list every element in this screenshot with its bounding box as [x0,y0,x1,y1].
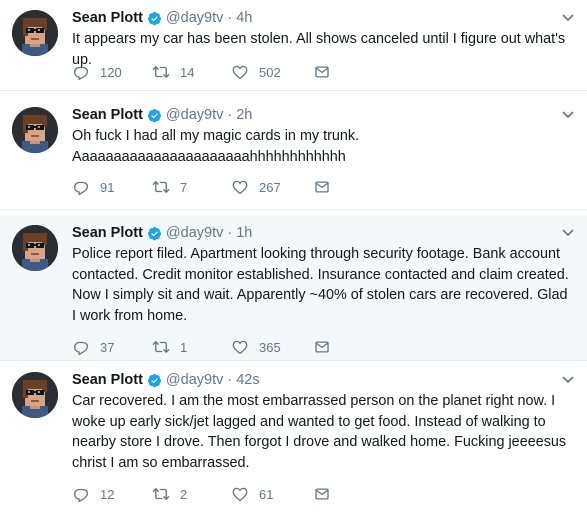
retweet-button[interactable]: 7 [152,178,231,196]
tweet-text: Police report filed. Apartment looking t… [72,246,569,324]
retweet-icon [152,178,170,196]
verified-badge-icon [147,11,162,26]
tweet-header: Sean Plott @day9tv · 4h [72,10,253,26]
tweet-header: Sean Plott @day9tv · 1h [72,225,253,241]
verified-badge-icon [147,373,162,388]
tweet-text: Car recovered. I am the most embarrassed… [72,393,567,471]
tweet-header: Sean Plott @day9tv · 2h [72,107,253,123]
timestamp[interactable]: 1h [236,225,252,241]
timestamp[interactable]: 2h [236,107,252,123]
like-count: 61 [259,486,274,502]
tweet-header: Sean Plott @day9tv · 42s [72,372,260,388]
timestamp[interactable]: 4h [236,10,252,26]
reply-icon [72,178,90,196]
retweet-icon [152,63,170,81]
reply-button[interactable]: 91 [72,178,152,196]
direct-message-button[interactable] [313,178,331,196]
retweet-count: 14 [180,64,195,80]
tweet[interactable]: Sean Plott @day9tv · 42s Car recovered. … [0,362,587,525]
like-count: 502 [259,64,281,80]
handle[interactable]: @day9tv [166,225,223,241]
avatar[interactable] [12,107,58,153]
like-button[interactable]: 267 [231,178,313,196]
avatar[interactable] [12,372,58,418]
tweet-text: Oh fuck I had all my magic cards in my t… [72,128,360,165]
like-button[interactable]: 365 [231,338,313,356]
like-count: 365 [259,339,281,355]
tweet[interactable]: Sean Plott @day9tv · 2h Oh fuck I had al… [0,97,587,210]
heart-icon [231,485,249,503]
handle[interactable]: @day9tv [166,107,223,123]
envelope-icon [313,338,331,356]
handle[interactable]: @day9tv [166,10,223,26]
reply-button[interactable]: 12 [72,485,152,503]
handle[interactable]: @day9tv [166,372,223,388]
like-button[interactable]: 61 [231,485,313,503]
retweet-icon [152,338,170,356]
reply-button[interactable]: 37 [72,338,152,356]
reply-count: 91 [100,179,115,195]
retweet-button[interactable]: 14 [152,63,231,81]
reply-count: 12 [100,486,115,502]
heart-icon [231,178,249,196]
chevron-down-icon[interactable] [561,373,575,387]
retweet-button[interactable]: 2 [152,485,231,503]
tweet[interactable]: Sean Plott @day9tv · 1h Police report fi… [0,215,587,361]
reply-icon [72,63,90,81]
retweet-count: 2 [180,486,188,502]
reply-count: 120 [100,64,122,80]
display-name[interactable]: Sean Plott [72,372,143,388]
direct-message-button[interactable] [313,485,331,503]
direct-message-button[interactable] [313,338,331,356]
display-name[interactable]: Sean Plott [72,107,143,123]
envelope-icon [313,485,331,503]
reply-icon [72,338,90,356]
retweet-count: 1 [180,339,188,355]
retweet-button[interactable]: 1 [152,338,231,356]
tweet-actions: 120 14 502 [72,62,331,82]
avatar[interactable] [12,10,58,56]
envelope-icon [313,178,331,196]
retweet-count: 7 [180,179,188,195]
verified-badge-icon [147,226,162,241]
verified-badge-icon [147,108,162,123]
reply-icon [72,485,90,503]
direct-message-button[interactable] [313,63,331,81]
like-button[interactable]: 502 [231,63,313,81]
envelope-icon [313,63,331,81]
avatar[interactable] [12,225,58,271]
display-name[interactable]: Sean Plott [72,225,143,241]
like-count: 267 [259,179,281,195]
display-name[interactable]: Sean Plott [72,10,143,26]
chevron-down-icon[interactable] [561,108,575,122]
heart-icon [231,338,249,356]
retweet-icon [152,485,170,503]
chevron-down-icon[interactable] [561,11,575,25]
tweet-actions: 91 7 267 [72,177,331,197]
reply-count: 37 [100,339,115,355]
heart-icon [231,63,249,81]
tweet-actions: 12 2 61 [72,484,331,504]
chevron-down-icon[interactable] [561,226,575,240]
reply-button[interactable]: 120 [72,63,152,81]
timestamp[interactable]: 42s [236,372,259,388]
tweet-actions: 37 1 365 [72,337,331,357]
tweet[interactable]: Sean Plott @day9tv · 4h It appears my ca… [0,0,587,91]
